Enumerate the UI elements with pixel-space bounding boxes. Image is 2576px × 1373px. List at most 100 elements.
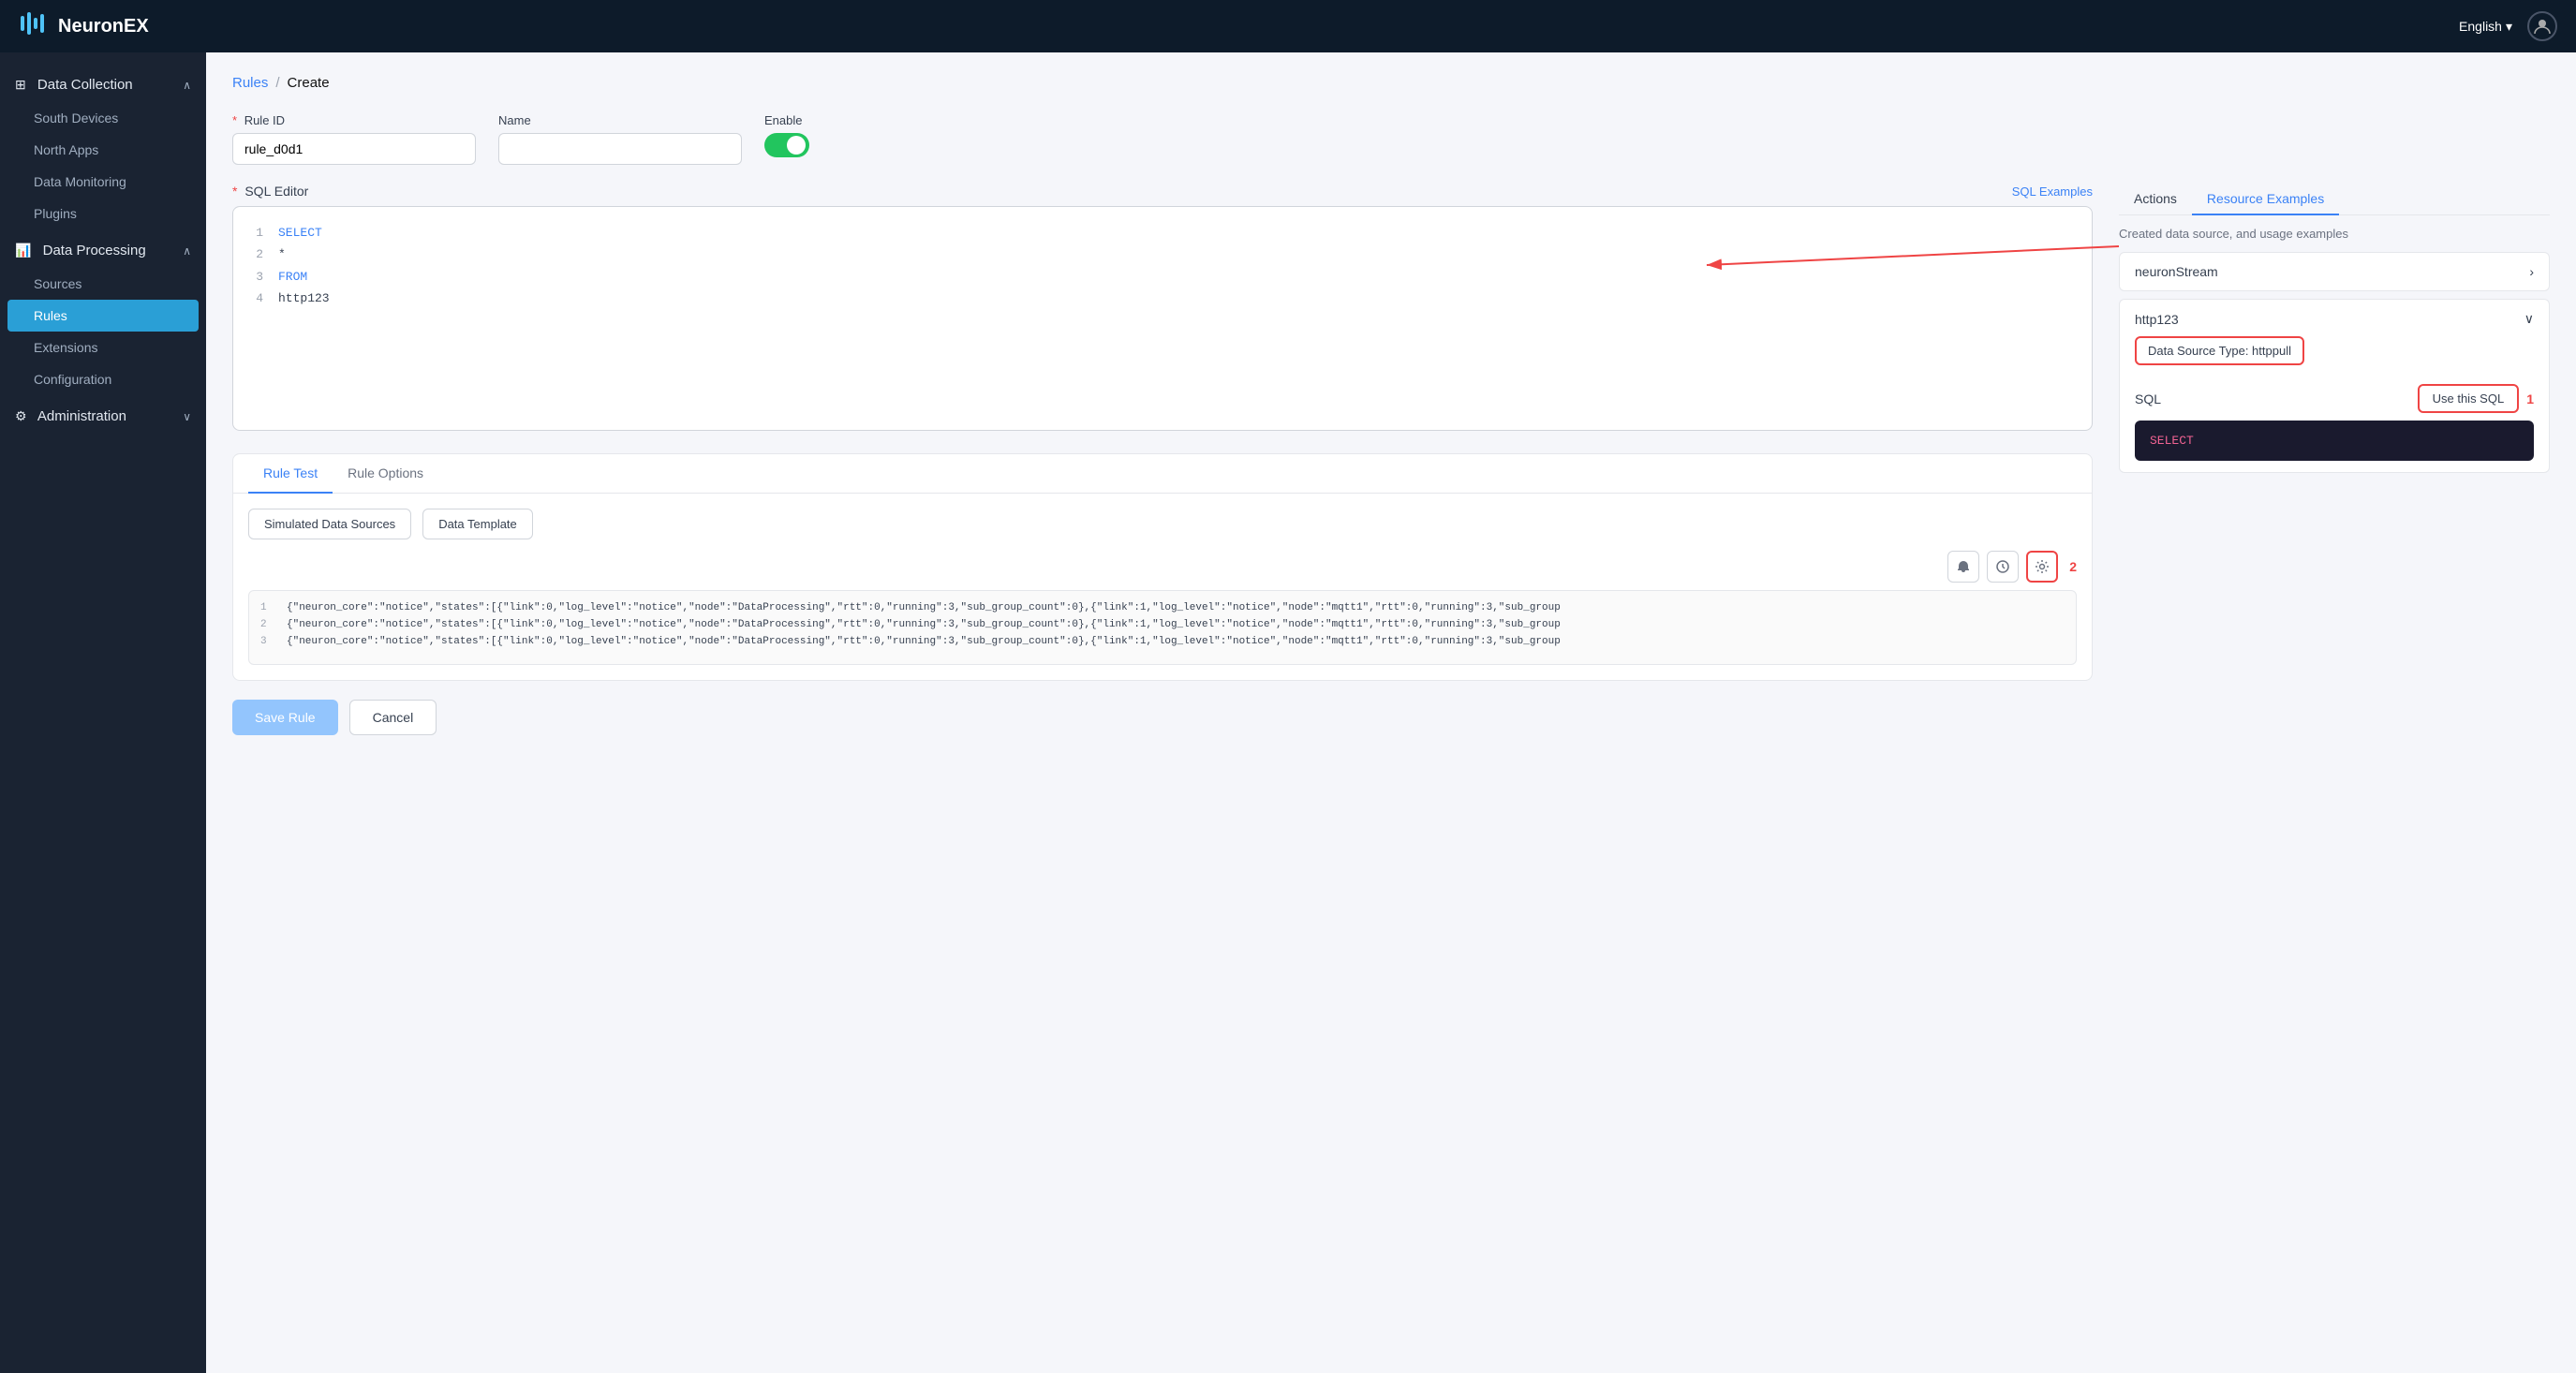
- right-panel: Actions Resource Examples Created data s…: [2119, 184, 2550, 735]
- logo: NeuronEX: [19, 8, 149, 44]
- data-processing-icon: 📊: [15, 243, 31, 258]
- sql-line-3: 3 FROM: [248, 266, 2077, 288]
- bell-icon-btn[interactable]: [1947, 551, 1979, 583]
- http123-header[interactable]: http123 ∨: [2135, 311, 2534, 327]
- sidebar-item-extensions[interactable]: Extensions: [0, 332, 206, 363]
- sql-required: *: [232, 184, 237, 199]
- sidebar: ⊞ Data Collection ∧ South Devices North …: [0, 52, 206, 1373]
- sidebar-item-south-devices[interactable]: South Devices: [0, 102, 206, 134]
- output-area: 1 {"neuron_core":"notice","states":[{"li…: [248, 590, 2077, 665]
- sidebar-item-plugins[interactable]: Plugins: [0, 198, 206, 229]
- neuron-stream-label: neuronStream: [2135, 264, 2218, 279]
- action-buttons: Save Rule Cancel: [232, 700, 2093, 735]
- rule-test-tabs: Rule Test Rule Options: [233, 454, 2092, 494]
- use-sql-button[interactable]: Use this SQL: [2418, 384, 2520, 413]
- data-collection-chevron: ∧: [183, 79, 191, 92]
- rule-id-label: * Rule ID: [232, 113, 476, 127]
- sql-line-1: 1 SELECT: [248, 222, 2077, 244]
- sql-line-num-4: 4: [248, 288, 263, 309]
- name-input[interactable]: [498, 133, 742, 165]
- sidebar-item-configuration[interactable]: Configuration: [0, 363, 206, 395]
- administration-chevron: ∨: [183, 410, 191, 423]
- sql-editor-box[interactable]: 1 SELECT 2 * 3 FROM 4: [232, 206, 2093, 431]
- sidebar-item-north-apps[interactable]: North Apps: [0, 134, 206, 166]
- rule-id-field: * Rule ID: [232, 113, 476, 165]
- http123-item: http123 ∨ Data Source Type: httppull SQL…: [2119, 299, 2550, 473]
- form-top-row: * Rule ID Name Enable: [232, 113, 2550, 165]
- cancel-button[interactable]: Cancel: [349, 700, 437, 735]
- sidebar-section-administration: ⚙ Administration ∨: [0, 399, 206, 434]
- annotation-1-label: 1: [2526, 391, 2534, 406]
- simulated-data-sources-button[interactable]: Simulated Data Sources: [248, 509, 411, 539]
- enable-toggle[interactable]: [764, 133, 809, 157]
- content-wrapper: * SQL Editor SQL Examples 1 SELECT 2 *: [232, 184, 2550, 735]
- sidebar-section-data-processing-header[interactable]: 📊 Data Processing ∧: [0, 233, 206, 268]
- panel-description: Created data source, and usage examples: [2119, 227, 2550, 241]
- sidebar-section-administration-header[interactable]: ⚙ Administration ∨: [0, 399, 206, 434]
- data-processing-label: Data Processing: [43, 243, 146, 258]
- left-content: * SQL Editor SQL Examples 1 SELECT 2 *: [232, 184, 2093, 735]
- sidebar-item-sources[interactable]: Sources: [0, 268, 206, 300]
- rule-id-input[interactable]: [232, 133, 476, 165]
- sql-editor-label: * SQL Editor: [232, 184, 308, 199]
- sql-editor-header: * SQL Editor SQL Examples: [232, 184, 2093, 199]
- sql-line-num-1: 1: [248, 222, 263, 244]
- breadcrumb-separator: /: [275, 75, 279, 91]
- header: NeuronEX English ▾: [0, 0, 2576, 52]
- save-rule-button[interactable]: Save Rule: [232, 700, 338, 735]
- breadcrumb: Rules / Create: [232, 75, 2550, 91]
- sidebar-section-data-collection-header[interactable]: ⊞ Data Collection ∧: [0, 67, 206, 102]
- administration-icon: ⚙: [15, 408, 27, 423]
- neuron-stream-chevron: ›: [2529, 264, 2534, 279]
- settings-icon-btn[interactable]: [2026, 551, 2058, 583]
- sidebar-item-data-monitoring[interactable]: Data Monitoring: [0, 166, 206, 198]
- sql-line-num-2: 2: [248, 244, 263, 265]
- sql-preview-keyword: SELECT: [2150, 434, 2194, 448]
- sql-examples-link[interactable]: SQL Examples: [2012, 185, 2093, 199]
- data-processing-chevron: ∧: [183, 244, 191, 258]
- sidebar-item-rules[interactable]: Rules: [7, 300, 199, 332]
- clock-icon-btn[interactable]: [1987, 551, 2019, 583]
- tab-rule-test[interactable]: Rule Test: [248, 454, 333, 494]
- language-label: English: [2459, 19, 2502, 34]
- layout: ⊞ Data Collection ∧ South Devices North …: [0, 52, 2576, 1373]
- breadcrumb-rules-link[interactable]: Rules: [232, 75, 268, 91]
- breadcrumb-create: Create: [288, 75, 330, 91]
- language-chevron: ▾: [2506, 19, 2512, 35]
- logo-icon: [19, 8, 49, 44]
- sidebar-section-data-processing: 📊 Data Processing ∧ Sources Rules Extens…: [0, 233, 206, 395]
- output-num-1: 1: [260, 602, 275, 613]
- panel-tabs: Actions Resource Examples: [2119, 184, 2550, 215]
- language-selector[interactable]: English ▾: [2459, 19, 2512, 35]
- output-text-3: {"neuron_core":"notice","states":[{"link…: [287, 636, 1561, 647]
- data-source-type-badge: Data Source Type: httppull: [2135, 336, 2304, 365]
- rule-test-section: Rule Test Rule Options Simulated Data So…: [232, 453, 2093, 681]
- tab-actions[interactable]: Actions: [2119, 184, 2192, 215]
- data-collection-icon: ⊞: [15, 77, 26, 92]
- sql-select: SELECT: [278, 222, 322, 244]
- http123-label: http123: [2135, 312, 2179, 327]
- output-num-3: 3: [260, 636, 275, 647]
- tab-resource-examples[interactable]: Resource Examples: [2192, 184, 2339, 215]
- sql-section-row: SQL Use this SQL 1: [2135, 384, 2534, 413]
- enable-label: Enable: [764, 113, 809, 127]
- enable-field: Enable: [764, 113, 809, 157]
- neuron-stream-item[interactable]: neuronStream ›: [2119, 252, 2550, 291]
- tab-rule-options[interactable]: Rule Options: [333, 454, 438, 494]
- rule-test-content: Simulated Data Sources Data Template: [233, 494, 2092, 680]
- output-num-2: 2: [260, 619, 275, 630]
- administration-label: Administration: [37, 408, 126, 424]
- data-template-button[interactable]: Data Template: [422, 509, 533, 539]
- output-line-3: 3 {"neuron_core":"notice","states":[{"li…: [260, 636, 2065, 647]
- logo-text: NeuronEX: [58, 16, 149, 37]
- sql-table: http123: [278, 288, 330, 309]
- user-avatar[interactable]: [2527, 11, 2557, 41]
- http123-chevron: ∨: [2524, 311, 2534, 327]
- sql-star: *: [278, 244, 286, 265]
- sidebar-section-data-collection: ⊞ Data Collection ∧ South Devices North …: [0, 67, 206, 229]
- sql-line-4: 4 http123: [248, 288, 2077, 309]
- name-field: Name: [498, 113, 742, 165]
- tool-icons-row: 2: [248, 551, 2077, 583]
- data-collection-label: Data Collection: [37, 77, 133, 93]
- main-content: Rules / Create * Rule ID Name Enable: [206, 52, 2576, 1373]
